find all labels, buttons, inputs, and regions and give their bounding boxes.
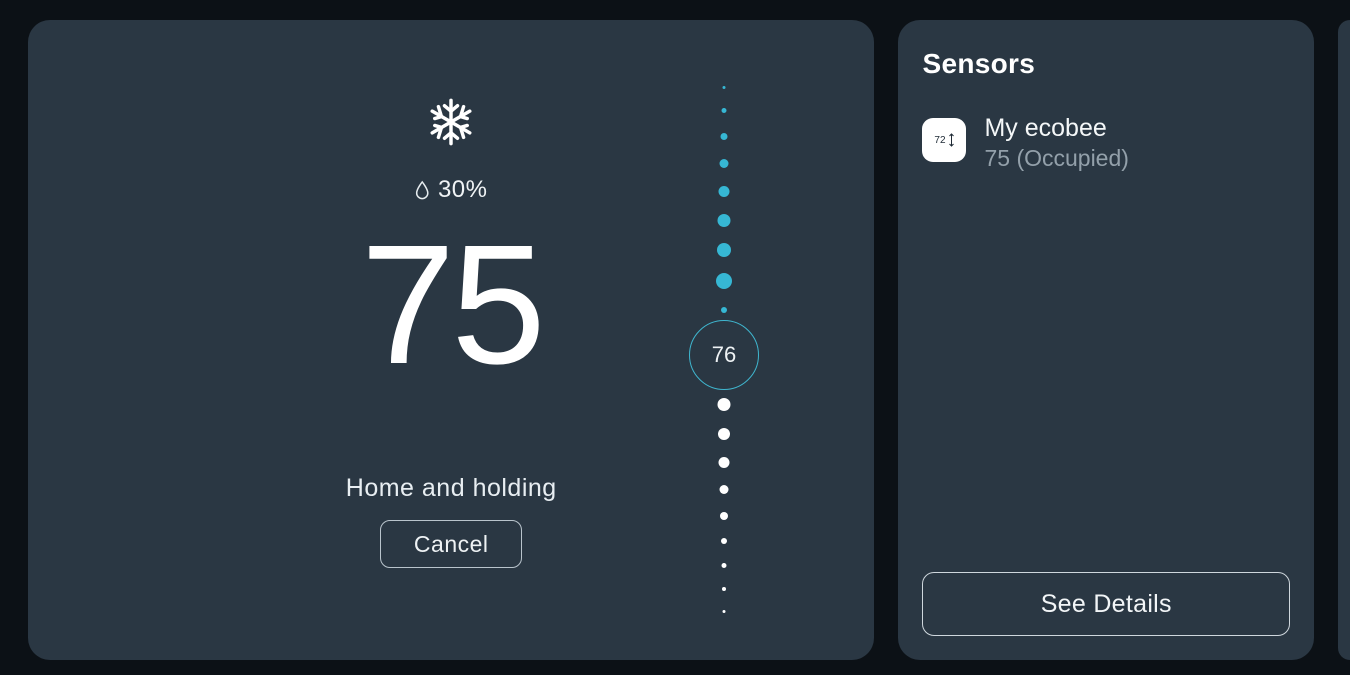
sensors-title: Sensors — [922, 48, 1290, 80]
thermostat-card: 30% 75 Home and holding Cancel 76 — [28, 20, 874, 660]
setpoint-handle[interactable]: 76 — [689, 320, 759, 390]
sensor-status: 75 (Occupied) — [984, 145, 1128, 172]
humidity-value: 30% — [438, 176, 488, 204]
status-text: Home and holding — [346, 474, 557, 503]
sensor-name: My ecobee — [984, 114, 1128, 143]
snowflake-icon — [425, 96, 477, 153]
thermostat-device-icon: 72 — [922, 118, 966, 162]
setpoint-value: 76 — [712, 342, 736, 368]
device-icon-temp: 72 — [934, 135, 945, 146]
next-card-peek — [1338, 20, 1350, 660]
sensor-item[interactable]: 72 My ecobee 75 (Occupied) — [922, 114, 1290, 172]
droplet-icon — [415, 180, 430, 200]
see-details-button[interactable]: See Details — [922, 572, 1290, 636]
current-temperature: 75 — [361, 220, 542, 390]
temperature-slider[interactable]: 76 — [684, 86, 764, 626]
sensors-card: Sensors 72 My ecobee 75 (Occupied) See D… — [898, 20, 1314, 660]
cancel-button[interactable]: Cancel — [380, 520, 522, 568]
humidity-display: 30% — [415, 176, 488, 204]
